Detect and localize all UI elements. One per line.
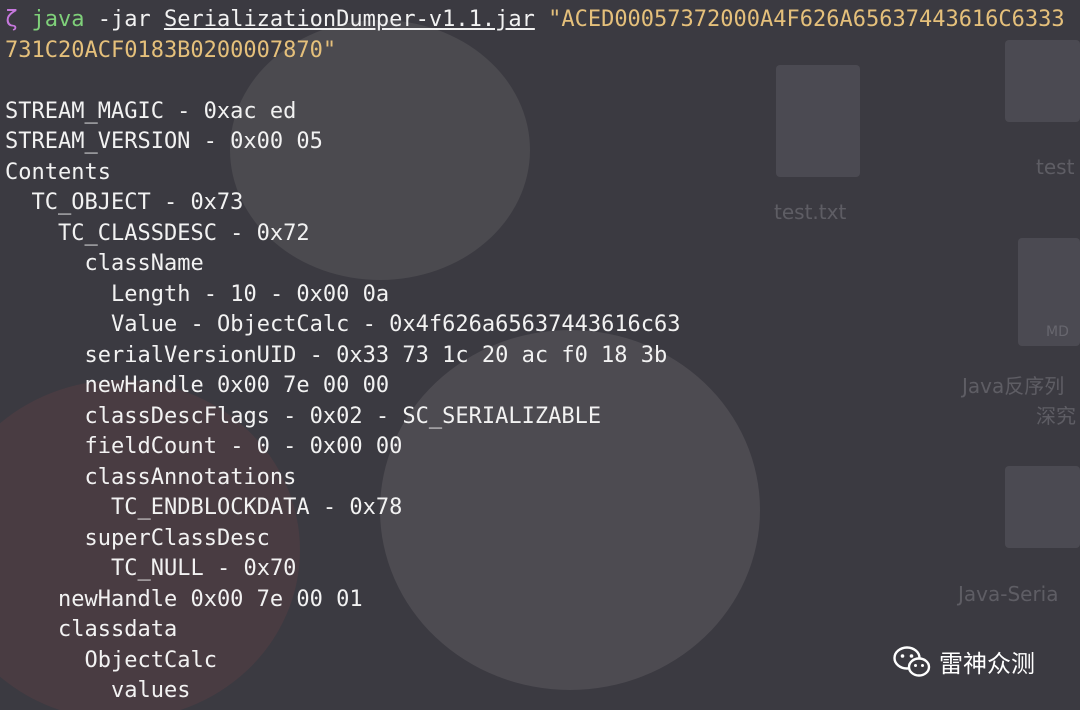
hex-argument: "ACED00057372000A4F626A65637443616C6333 bbox=[534, 7, 1065, 32]
output-line: Length - 10 - 0x00 0a bbox=[111, 281, 390, 307]
output-line: TC_ENDBLOCKDATA - 0x78 bbox=[111, 495, 403, 520]
output-line: values bbox=[111, 678, 191, 703]
prompt-icon: ζ bbox=[5, 7, 19, 32]
output-line: serialVersionUID - 0x33 73 1c 20 ac f0 1… bbox=[84, 342, 668, 368]
output-line: TC_CLASSDESC - 0x72 bbox=[58, 220, 310, 246]
output-line: STREAM_MAGIC - 0xac ed bbox=[5, 98, 297, 124]
command-args: -jar bbox=[84, 7, 164, 32]
hex-argument-continued: 731C20ACF0183B0200007870" bbox=[5, 37, 337, 63]
output-line: className bbox=[84, 251, 204, 276]
wechat-icon bbox=[893, 645, 931, 677]
command-line-wrap: 731C20ACF0183B0200007870" bbox=[5, 36, 1080, 67]
output-line: superClassDesc bbox=[84, 525, 270, 551]
output-line: TC_NULL - 0x70 bbox=[111, 556, 297, 581]
dump-output: STREAM_MAGIC - 0xac ed STREAM_VERSION - 0… bbox=[5, 97, 1080, 707]
terminal-window[interactable]: ζ java -jar SerializationDumper-v1.1.jar… bbox=[0, 0, 1080, 710]
jar-path[interactable]: SerializationDumper-v1.1.jar bbox=[164, 7, 535, 32]
output-line: classDescFlags - 0x02 - SC_SERIALIZABLE bbox=[84, 403, 602, 429]
output-line: TC_OBJECT - 0x73 bbox=[31, 190, 244, 215]
output-line: Contents bbox=[5, 159, 111, 185]
output-line: classdata bbox=[58, 617, 178, 642]
command-line: ζ java -jar SerializationDumper-v1.1.jar… bbox=[5, 5, 1080, 36]
output-line: STREAM_VERSION - 0x00 05 bbox=[5, 129, 323, 154]
output-line: classAnnotations bbox=[84, 464, 297, 490]
output-line: Value - ObjectCalc - 0x4f626a65637443616… bbox=[111, 312, 681, 337]
output-line: newHandle 0x00 7e 00 00 bbox=[84, 373, 390, 398]
watermark-text: 雷神众测 bbox=[939, 650, 1035, 678]
command-name: java bbox=[31, 7, 85, 32]
output-line: newHandle 0x00 7e 00 01 bbox=[58, 586, 363, 612]
watermark: 雷神众测 bbox=[893, 644, 1035, 679]
output-line: fieldCount - 0 - 0x00 00 bbox=[84, 434, 403, 459]
